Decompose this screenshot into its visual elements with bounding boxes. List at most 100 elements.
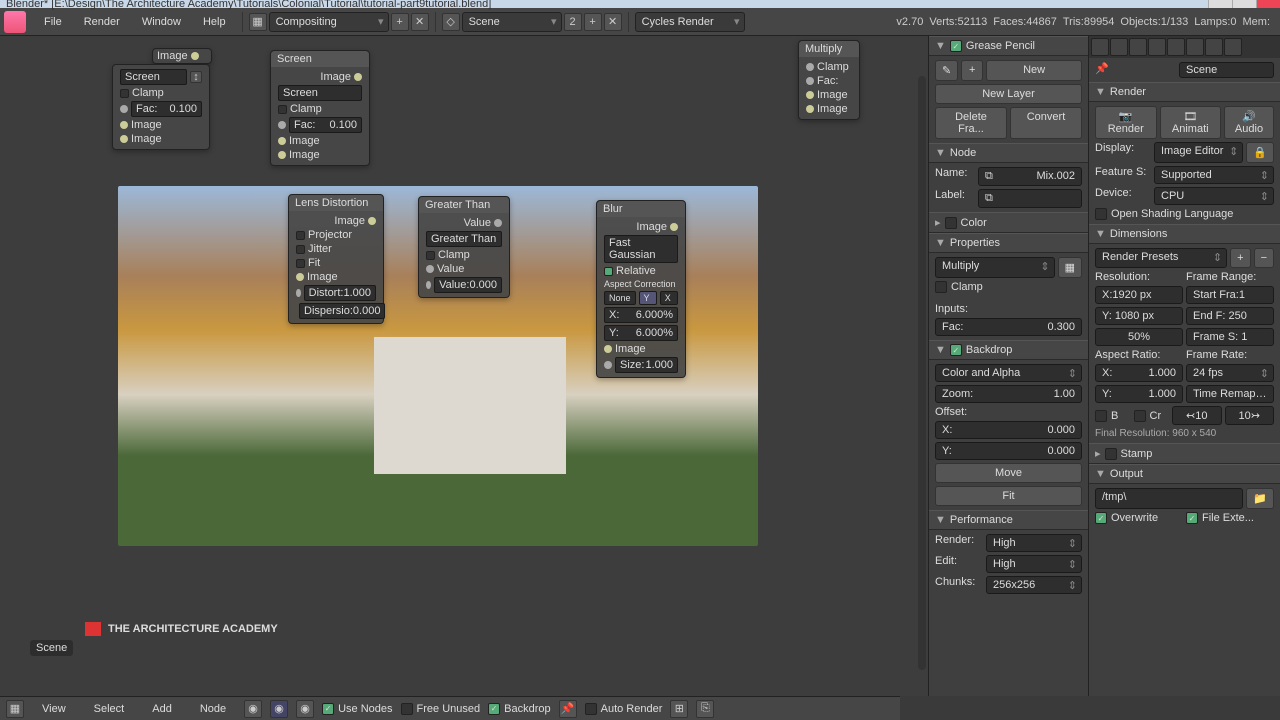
menu-add[interactable]: Add — [142, 699, 182, 719]
mix-mode-select[interactable]: Screen — [278, 85, 362, 101]
use-nodes-checkbox[interactable]: ✓ — [322, 703, 334, 715]
menu-help[interactable]: Help — [193, 12, 236, 32]
backdrop-mode-select[interactable]: Color and Alpha — [935, 364, 1082, 382]
zoom-field[interactable]: Zoom:1.00 — [935, 385, 1082, 403]
stamp-checkbox[interactable] — [1105, 448, 1117, 460]
socket-in[interactable] — [806, 105, 814, 113]
res-x-field[interactable]: X:1920 px — [1095, 286, 1183, 304]
auto-render-checkbox[interactable] — [585, 703, 597, 715]
socket-out[interactable] — [368, 217, 376, 225]
aspect-x-btn[interactable]: X — [660, 291, 678, 305]
relative-checkbox[interactable] — [604, 267, 613, 276]
socket-in[interactable] — [296, 289, 301, 297]
chunks-select[interactable]: 256x256 — [986, 576, 1082, 594]
copy-icon[interactable]: ⎘ — [696, 700, 714, 718]
socket-in[interactable] — [278, 151, 286, 159]
mix-mode-select[interactable]: Screen — [120, 69, 187, 85]
node-mix-screen-1[interactable]: Screen↕ Clamp Fac:0.100 Image Image — [112, 64, 210, 150]
frame-step-field[interactable]: Frame S: 1 — [1186, 328, 1274, 346]
folder-icon[interactable]: 📁 — [1246, 488, 1274, 509]
socket-in[interactable] — [278, 121, 286, 129]
pin-icon[interactable]: 📌 — [1095, 62, 1176, 78]
output-path-field[interactable]: /tmp\ — [1095, 488, 1243, 509]
socket-in[interactable] — [806, 91, 814, 99]
display-select[interactable]: Image Editor — [1154, 142, 1243, 163]
render-quality-select[interactable]: High — [986, 534, 1082, 552]
fit-button[interactable]: Fit — [935, 486, 1082, 506]
label-field[interactable]: ⧉ — [978, 189, 1082, 208]
menu-select[interactable]: Select — [84, 699, 135, 719]
device-select[interactable]: CPU — [1154, 187, 1274, 205]
node-mix-screen-2[interactable]: Screen Image Screen Clamp Fac:0.100 Imag… — [270, 50, 370, 166]
menu-window[interactable]: Window — [132, 12, 191, 32]
tab-world-icon[interactable] — [1148, 38, 1166, 56]
color-checkbox[interactable] — [945, 217, 957, 229]
tab-object-icon[interactable] — [1167, 38, 1185, 56]
free-unused-checkbox[interactable] — [401, 703, 413, 715]
audio-button[interactable]: 🔊 Audio — [1224, 106, 1274, 139]
pin-icon[interactable]: 📌 — [559, 700, 577, 718]
name-field[interactable]: ⧉Mix.002 — [978, 167, 1082, 186]
prop-clamp-checkbox[interactable] — [935, 281, 947, 293]
tab-data-icon[interactable] — [1224, 38, 1242, 56]
panel-performance[interactable]: ▼Performance — [929, 510, 1088, 530]
edit-quality-select[interactable]: High — [986, 555, 1082, 573]
socket-out[interactable] — [494, 219, 502, 227]
layout-del-icon[interactable]: ✕ — [411, 13, 429, 31]
gp-new-button[interactable]: New — [986, 60, 1082, 81]
res-y-field[interactable]: Y: 1080 px — [1095, 307, 1183, 325]
gp-checkbox[interactable]: ✓ — [950, 40, 962, 52]
panel-grease-pencil[interactable]: ▼✓Grease Pencil — [929, 36, 1088, 56]
render-presets-select[interactable]: Render Presets — [1095, 248, 1227, 268]
convert-button[interactable]: Convert — [1010, 107, 1082, 139]
socket-out[interactable] — [191, 52, 199, 60]
start-frame-field[interactable]: Start Fra:1 — [1186, 286, 1274, 304]
socket-in[interactable] — [296, 273, 304, 281]
socket-fac[interactable] — [120, 105, 128, 113]
panel-dimensions[interactable]: ▼Dimensions — [1089, 224, 1280, 244]
scrollbar[interactable] — [918, 76, 926, 670]
fit-checkbox[interactable] — [296, 259, 305, 268]
layout-icon[interactable]: ▦ — [249, 13, 267, 31]
screen-layout-dropdown[interactable]: Compositing — [269, 12, 389, 32]
socket-in[interactable] — [278, 137, 286, 145]
tree-type-icon[interactable]: ◉ — [244, 700, 262, 718]
panel-properties[interactable]: ▼Properties — [929, 233, 1088, 253]
crop-checkbox[interactable] — [1134, 410, 1146, 422]
socket-in[interactable] — [426, 281, 431, 289]
end-frame-field[interactable]: End F: 250 — [1186, 307, 1274, 325]
prop-mode-select[interactable]: Multiply — [935, 257, 1055, 278]
projector-checkbox[interactable] — [296, 231, 305, 240]
panel-backdrop[interactable]: ▼✓Backdrop — [929, 340, 1088, 360]
offset-x-field[interactable]: X:0.000 — [935, 421, 1082, 439]
render-button[interactable]: 📷 Render — [1095, 106, 1157, 139]
socket-image[interactable] — [120, 135, 128, 143]
socket-in[interactable] — [806, 63, 814, 71]
socket-out[interactable] — [670, 223, 678, 231]
delete-frame-button[interactable]: Delete Fra... — [935, 107, 1007, 139]
clamp-checkbox[interactable] — [278, 105, 287, 114]
editor-type-icon[interactable]: ▦ — [6, 700, 24, 718]
socket-image[interactable] — [120, 121, 128, 129]
socket-in[interactable] — [604, 361, 612, 369]
menu-node[interactable]: Node — [190, 699, 236, 719]
clamp-checkbox[interactable] — [426, 251, 435, 260]
tree-type-comp-icon[interactable]: ◉ — [270, 700, 288, 718]
blender-icon[interactable] — [4, 11, 26, 33]
feature-select[interactable]: Supported — [1154, 166, 1274, 184]
node-blur[interactable]: Blur Image Fast Gaussian Relative Aspect… — [596, 200, 686, 378]
max-button[interactable] — [1232, 0, 1256, 8]
clamp-checkbox[interactable] — [120, 89, 129, 98]
tab-layers-icon[interactable] — [1110, 38, 1128, 56]
preset-add-icon[interactable]: + — [1230, 248, 1250, 268]
preset-remove-icon[interactable]: − — [1254, 248, 1274, 268]
scene-dropdown[interactable]: Scene — [462, 12, 562, 32]
osl-checkbox[interactable] — [1095, 208, 1107, 220]
animation-button[interactable]: 🎞 Animati — [1160, 106, 1222, 139]
backdrop-checkbox[interactable]: ✓ — [488, 703, 500, 715]
close-button[interactable] — [1256, 0, 1280, 8]
socket-in[interactable] — [604, 345, 612, 353]
tab-modifier-icon[interactable] — [1205, 38, 1223, 56]
offset-y-field[interactable]: Y:0.000 — [935, 442, 1082, 460]
node-editor[interactable]: Image Screen↕ Clamp Fac:0.100 Image Imag… — [0, 36, 928, 696]
